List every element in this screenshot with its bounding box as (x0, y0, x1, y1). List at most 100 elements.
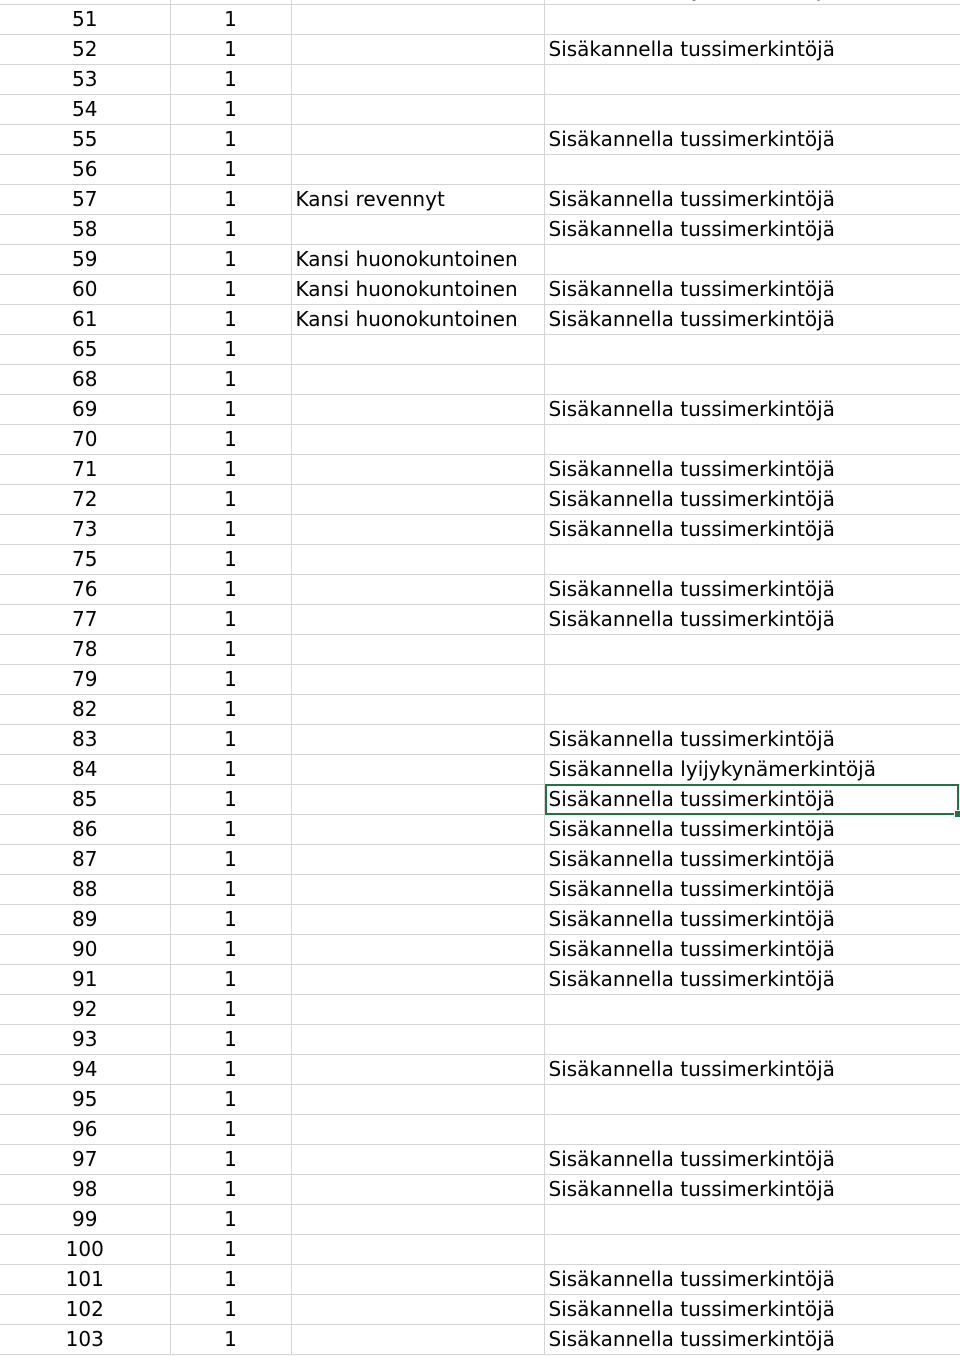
cell-condition[interactable] (291, 514, 545, 545)
cell-item-number[interactable]: 88 (0, 874, 171, 905)
cell-notes[interactable] (544, 64, 960, 95)
cell-item-number[interactable]: 100 (0, 1234, 171, 1265)
cell-item-number[interactable]: 58 (0, 214, 171, 245)
cell-condition[interactable] (291, 1294, 545, 1325)
cell-count[interactable]: 1 (170, 1174, 292, 1205)
cell-notes[interactable]: Sisäkannella tussimerkintöjä (544, 904, 960, 935)
cell-count[interactable]: 1 (170, 904, 292, 935)
cell-count[interactable]: 1 (170, 4, 292, 35)
cell-item-number[interactable]: 95 (0, 1084, 171, 1115)
cell-count[interactable]: 1 (170, 184, 292, 215)
cell-notes[interactable]: Sisäkannella tussimerkintöjä (544, 1324, 960, 1355)
cell-condition[interactable] (291, 1084, 545, 1115)
cell-item-number[interactable]: 56 (0, 154, 171, 185)
cell-count[interactable]: 1 (170, 1084, 292, 1115)
cell-item-number[interactable]: 78 (0, 634, 171, 665)
cell-item-number[interactable]: 102 (0, 1294, 171, 1325)
cell-condition[interactable] (291, 994, 545, 1025)
cell-count[interactable]: 1 (170, 604, 292, 635)
cell-notes[interactable]: Sisäkannella tussimerkintöjä (544, 454, 960, 485)
cell-condition[interactable] (291, 874, 545, 905)
cell-count[interactable]: 1 (170, 1024, 292, 1055)
cell-item-number[interactable]: 86 (0, 814, 171, 845)
cell-condition[interactable] (291, 1024, 545, 1055)
cell-item-number[interactable]: 65 (0, 334, 171, 365)
cell-condition[interactable] (291, 4, 545, 35)
cell-condition[interactable] (291, 964, 545, 995)
cell-item-number[interactable]: 97 (0, 1144, 171, 1175)
cell-item-number[interactable]: 92 (0, 994, 171, 1025)
cell-notes[interactable]: Sisäkannella tussimerkintöjä (544, 274, 960, 305)
cell-item-number[interactable]: 90 (0, 934, 171, 965)
cell-notes[interactable] (544, 664, 960, 695)
cell-count[interactable]: 1 (170, 1264, 292, 1295)
cell-notes[interactable]: Sisäkannella tussimerkintöjä (544, 844, 960, 875)
cell-notes[interactable] (544, 154, 960, 185)
cell-count[interactable]: 1 (170, 274, 292, 305)
cell-condition[interactable] (291, 394, 545, 425)
cell-count[interactable]: 1 (170, 364, 292, 395)
cell-notes[interactable] (544, 634, 960, 665)
cell-item-number[interactable]: 98 (0, 1174, 171, 1205)
cell-count[interactable]: 1 (170, 964, 292, 995)
cell-notes[interactable] (544, 1204, 960, 1235)
cell-count[interactable]: 1 (170, 34, 292, 65)
cell-item-number[interactable]: 52 (0, 34, 171, 65)
cell-item-number[interactable]: 79 (0, 664, 171, 695)
cell-count[interactable]: 1 (170, 844, 292, 875)
cell-condition[interactable] (291, 1054, 545, 1085)
cell-count[interactable]: 1 (170, 574, 292, 605)
cell-count[interactable]: 1 (170, 1234, 292, 1265)
cell-condition[interactable] (291, 484, 545, 515)
cell-condition[interactable] (291, 844, 545, 875)
cell-count[interactable]: 1 (170, 664, 292, 695)
cell-count[interactable]: 1 (170, 784, 292, 815)
cell-count[interactable]: 1 (170, 484, 292, 515)
cell-notes[interactable]: Sisäkannella tussimerkintöjä (544, 934, 960, 965)
cell-count[interactable]: 1 (170, 514, 292, 545)
cell-condition[interactable] (291, 604, 545, 635)
cell-notes[interactable] (544, 244, 960, 275)
cell-count[interactable]: 1 (170, 244, 292, 275)
cell-count[interactable]: 1 (170, 1204, 292, 1235)
cell-item-number[interactable]: 54 (0, 94, 171, 125)
cell-notes[interactable]: Sisäkannella lyijykynämerkintöjä (544, 754, 960, 785)
cell-notes[interactable] (544, 1114, 960, 1145)
cell-count[interactable]: 1 (170, 334, 292, 365)
cell-count[interactable]: 1 (170, 1144, 292, 1175)
cell-count[interactable]: 1 (170, 304, 292, 335)
cell-item-number[interactable]: 73 (0, 514, 171, 545)
cell-count[interactable]: 1 (170, 994, 292, 1025)
cell-count[interactable]: 1 (170, 1294, 292, 1325)
cell-notes[interactable]: Sisäkannella tussimerkintöjä (544, 1264, 960, 1295)
cell-notes[interactable]: Sisäkannella tussimerkintöjä (544, 574, 960, 605)
cell-condition[interactable] (291, 574, 545, 605)
cell-notes[interactable] (544, 4, 960, 35)
cell-item-number[interactable]: 55 (0, 124, 171, 155)
cell-count[interactable]: 1 (170, 934, 292, 965)
cell-item-number[interactable]: 96 (0, 1114, 171, 1145)
cell-item-number[interactable]: 84 (0, 754, 171, 785)
cell-count[interactable]: 1 (170, 634, 292, 665)
cell-condition[interactable] (291, 64, 545, 95)
cell-item-number[interactable]: 101 (0, 1264, 171, 1295)
cell-notes[interactable] (544, 1234, 960, 1265)
cell-condition[interactable] (291, 634, 545, 665)
cell-count[interactable]: 1 (170, 214, 292, 245)
cell-item-number[interactable]: 77 (0, 604, 171, 635)
cell-item-number[interactable]: 68 (0, 364, 171, 395)
cell-condition[interactable] (291, 934, 545, 965)
cell-notes[interactable]: Sisäkannella tussimerkintöjä (544, 1144, 960, 1175)
cell-item-number[interactable]: 93 (0, 1024, 171, 1055)
cell-notes[interactable]: Sisäkannella tussimerkintöjä (544, 124, 960, 155)
cell-item-number[interactable]: 69 (0, 394, 171, 425)
cell-notes[interactable]: Sisäkannella tussimerkintöjä (544, 34, 960, 65)
cell-notes[interactable] (544, 544, 960, 575)
cell-condition[interactable] (291, 1324, 545, 1355)
cell-notes[interactable]: Sisäkannella tussimerkintöjä (544, 964, 960, 995)
cell-condition[interactable] (291, 1114, 545, 1145)
cell-item-number[interactable]: 71 (0, 454, 171, 485)
cell-notes[interactable] (544, 424, 960, 455)
cell-condition[interactable] (291, 1204, 545, 1235)
cell-notes[interactable]: Sisäkannella tussimerkintöjä (544, 514, 960, 545)
